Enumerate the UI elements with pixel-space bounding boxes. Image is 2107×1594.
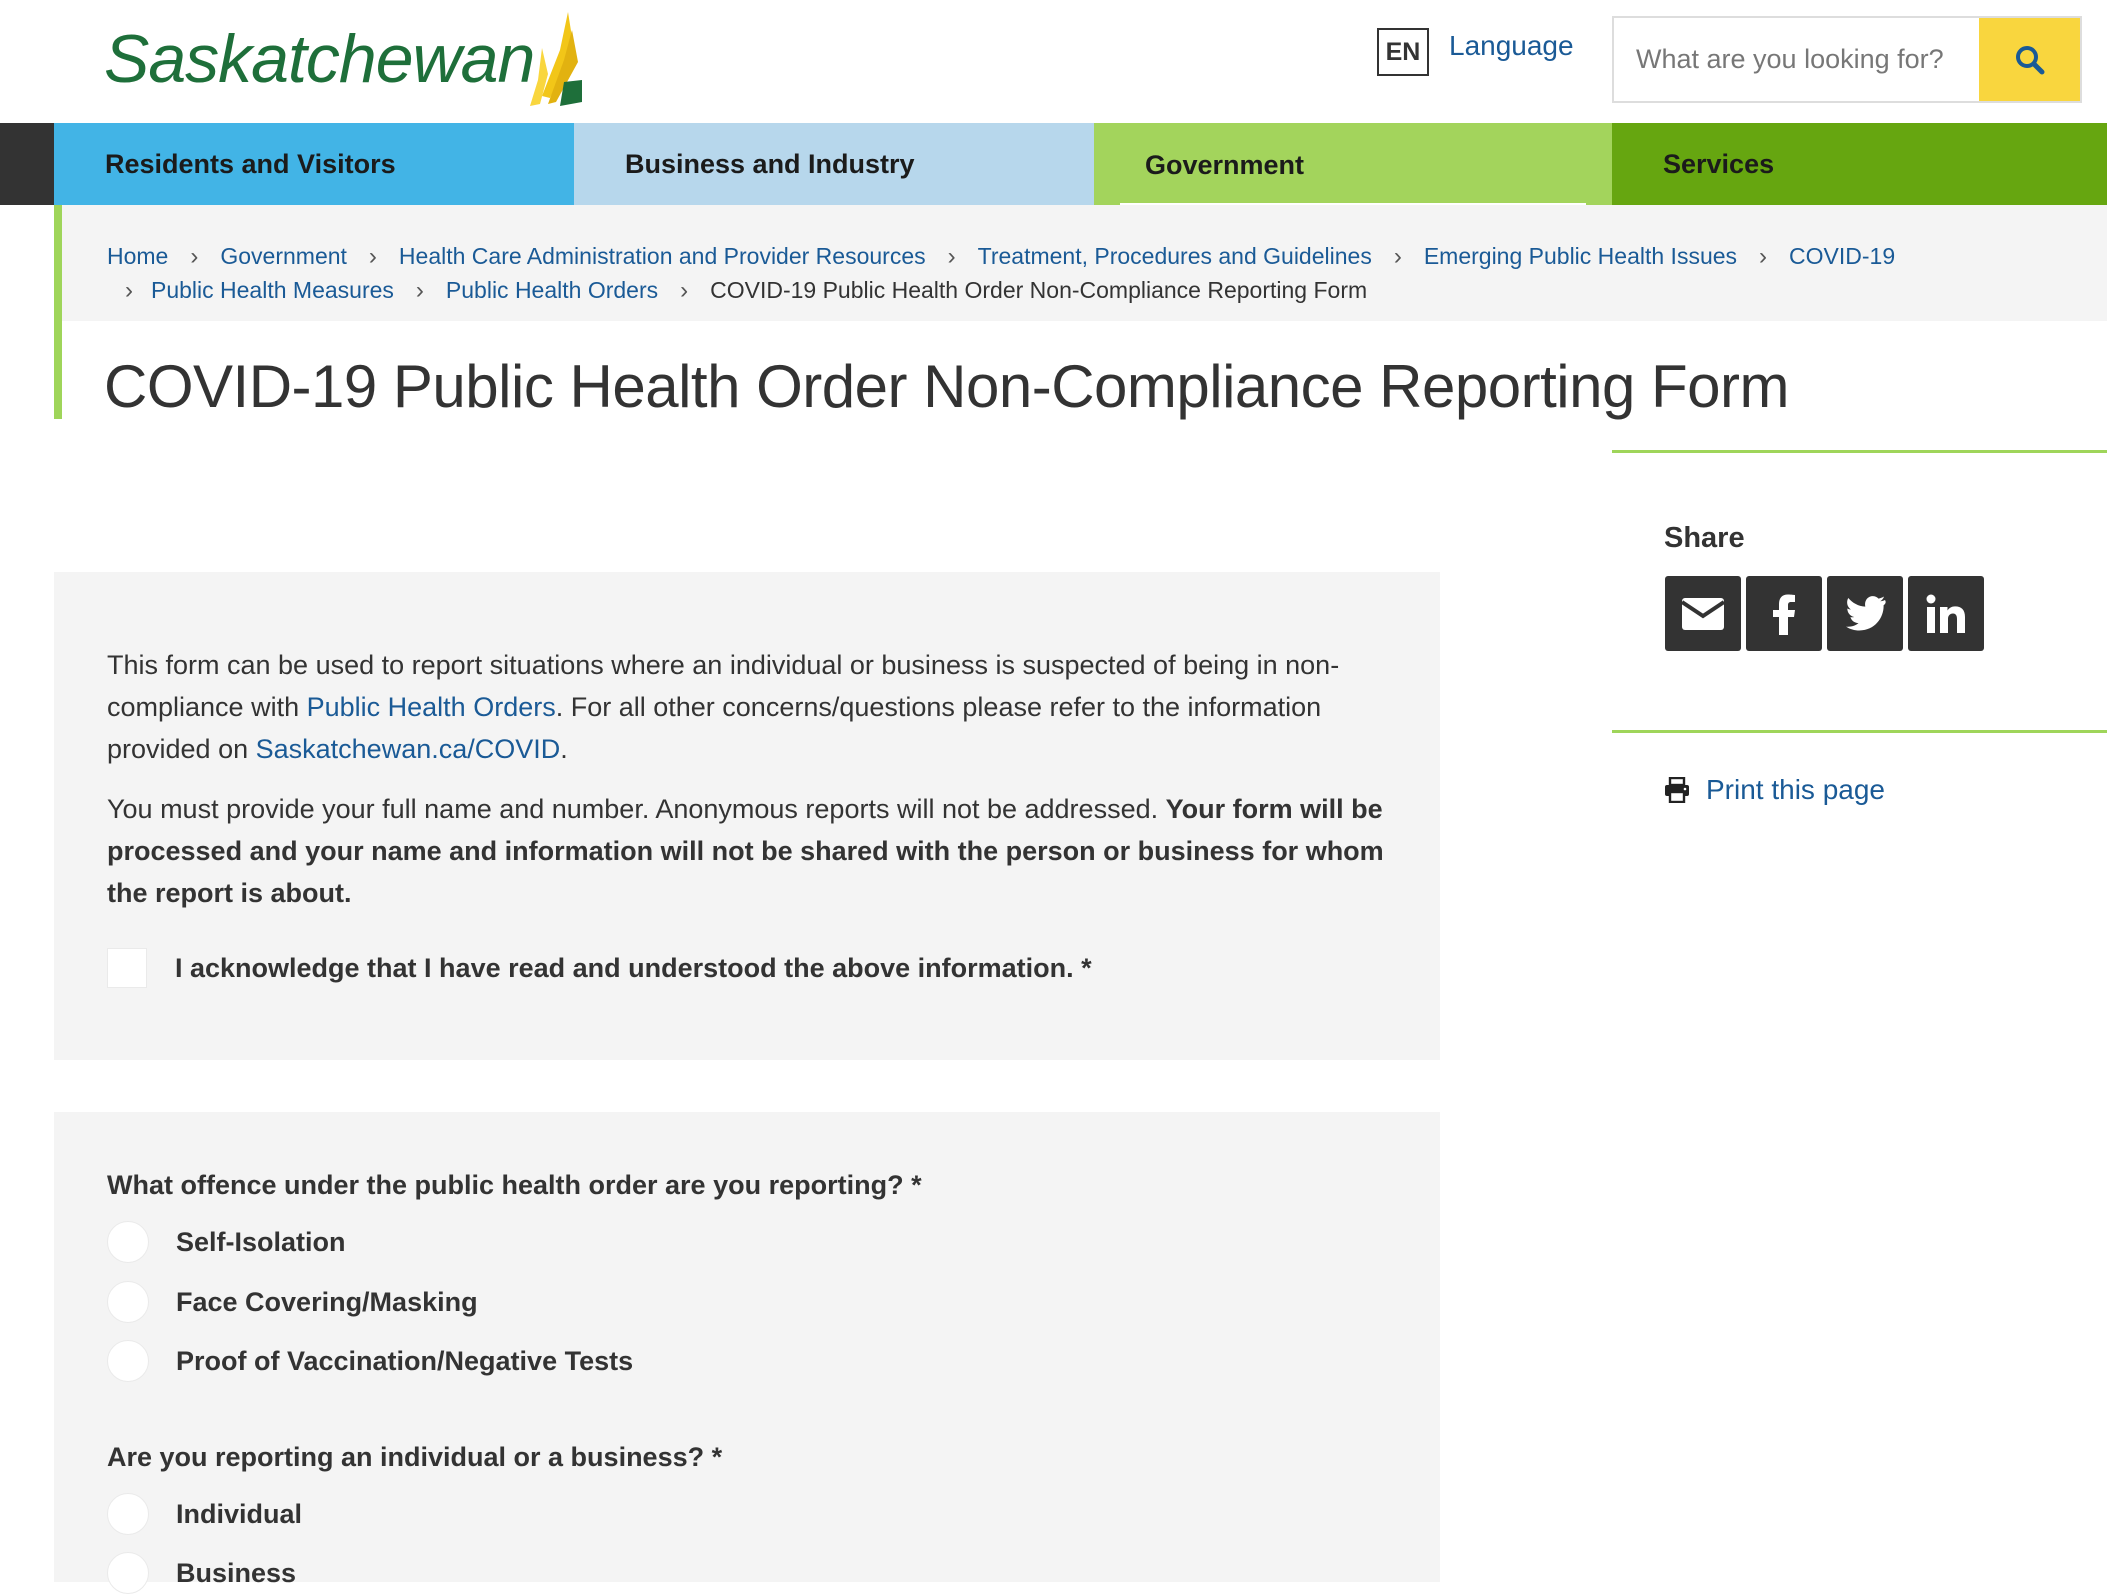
offence-question-label: What offence under the public health ord… [107, 1170, 922, 1200]
radio-button[interactable] [107, 1552, 149, 1594]
nav-item-services[interactable]: Services [1612, 123, 2107, 205]
radio-button[interactable] [107, 1340, 149, 1382]
offence-option-self-isolation[interactable]: Self-Isolation [107, 1221, 346, 1263]
breadcrumb-link[interactable]: Public Health Orders [446, 277, 658, 303]
breadcrumb-link[interactable]: Government [220, 243, 347, 269]
radio-label: Proof of Vaccination/Negative Tests [176, 1345, 634, 1376]
breadcrumb-link[interactable]: Home [107, 243, 168, 269]
sidebar-divider [1612, 450, 2107, 453]
subject-option-individual[interactable]: Individual [107, 1493, 302, 1535]
print-page-label: Print this page [1706, 774, 1885, 805]
print-page-link[interactable]: Print this page [1664, 774, 1885, 806]
share-twitter-button[interactable] [1827, 576, 1903, 651]
page-title: COVID-19 Public Health Order Non-Complia… [104, 353, 1789, 420]
share-facebook-button[interactable] [1746, 576, 1822, 651]
nav-item-label: Government [1145, 150, 1305, 180]
share-linkedin-button[interactable] [1908, 576, 1984, 651]
nav-spacer [0, 123, 54, 205]
main-nav: Residents and Visitors Business and Indu… [0, 123, 2107, 223]
linkedin-icon [1926, 594, 1965, 633]
acknowledge-checkbox[interactable] [107, 948, 147, 988]
search-box [1612, 16, 2082, 103]
chevron-right-icon: › [947, 243, 956, 270]
radio-button[interactable] [107, 1281, 149, 1323]
chevron-right-icon: › [415, 277, 424, 304]
intro-panel: This form can be used to report situatio… [54, 572, 1440, 1060]
share-title: Share [1664, 522, 1745, 554]
radio-label: Face Covering/Masking [176, 1286, 478, 1317]
chevron-right-icon: › [680, 277, 689, 304]
search-button[interactable] [1979, 18, 2080, 101]
notice-paragraph: You must provide your full name and numb… [107, 788, 1397, 914]
breadcrumb: Home › Government › Health Care Administrati… [54, 205, 2107, 321]
chevron-right-icon: › [190, 243, 199, 270]
breadcrumb-link[interactable]: Emerging Public Health Issues [1424, 243, 1737, 269]
share-email-button[interactable] [1665, 576, 1741, 651]
language-link[interactable]: Language [1449, 30, 1574, 62]
public-health-orders-link[interactable]: Public Health Orders [307, 692, 556, 722]
breadcrumb-link[interactable]: Health Care Administration and Provider … [399, 243, 926, 269]
radio-button[interactable] [107, 1221, 149, 1263]
breadcrumb-current: COVID-19 Public Health Order Non-Complia… [710, 277, 1368, 303]
acknowledge-label: I acknowledge that I have read and under… [175, 952, 1092, 983]
breadcrumb-line-2: › Public Health Measures › Public Health Or… [107, 277, 1367, 305]
chevron-right-icon: › [1759, 243, 1768, 270]
breadcrumb-link[interactable]: Treatment, Procedures and Guidelines [978, 243, 1372, 269]
intro-paragraph: This form can be used to report situatio… [107, 644, 1397, 770]
radio-label: Individual [176, 1498, 303, 1529]
offence-option-face-covering[interactable]: Face Covering/Masking [107, 1281, 478, 1323]
nav-item-residents[interactable]: Residents and Visitors [54, 123, 574, 205]
twitter-icon [1846, 595, 1886, 630]
wheat-logo-icon [530, 12, 582, 106]
nav-item-business[interactable]: Business and Industry [574, 123, 1094, 205]
facebook-icon [1773, 594, 1795, 635]
covid-info-link[interactable]: Saskatchewan.ca/COVID [256, 734, 561, 764]
chevron-right-icon: › [1393, 243, 1402, 270]
radio-label: Business [176, 1557, 297, 1588]
breadcrumb-line-1: Home › Government › Health Care Administrati… [107, 243, 1895, 271]
subject-option-business[interactable]: Business [107, 1552, 296, 1594]
search-input[interactable] [1614, 18, 1979, 101]
offence-option-proof-of-vaccination[interactable]: Proof of Vaccination/Negative Tests [107, 1340, 633, 1382]
accent-bar [54, 205, 62, 419]
sidebar-divider [1612, 730, 2107, 733]
chevron-right-icon: › [368, 243, 377, 270]
printer-icon [1665, 777, 1689, 803]
nav-item-label: Residents and Visitors [105, 148, 396, 179]
site-header: Saskatchewan EN Language [0, 0, 2107, 123]
search-icon [2015, 45, 2044, 74]
subject-type-question-label: Are you reporting an individual or a bus… [107, 1442, 723, 1472]
chevron-right-icon: › [125, 277, 133, 304]
logo-text: Saskatchewan [104, 21, 535, 97]
intro-text: . [560, 734, 568, 764]
envelope-icon [1681, 597, 1725, 630]
nav-item-label: Services [1663, 148, 1775, 179]
acknowledge-checkbox-row[interactable]: I acknowledge that I have read and under… [107, 948, 1092, 988]
nav-item-label: Business and Industry [625, 148, 915, 179]
breadcrumb-link[interactable]: Public Health Measures [151, 277, 394, 303]
report-details-panel: What offence under the public health ord… [54, 1112, 1440, 1594]
radio-label: Self-Isolation [176, 1226, 346, 1257]
notice-text: You must provide your full name and numb… [107, 794, 1159, 824]
breadcrumb-link[interactable]: COVID-19 [1789, 243, 1895, 269]
radio-button[interactable] [107, 1493, 149, 1535]
language-code: EN [1377, 28, 1429, 76]
